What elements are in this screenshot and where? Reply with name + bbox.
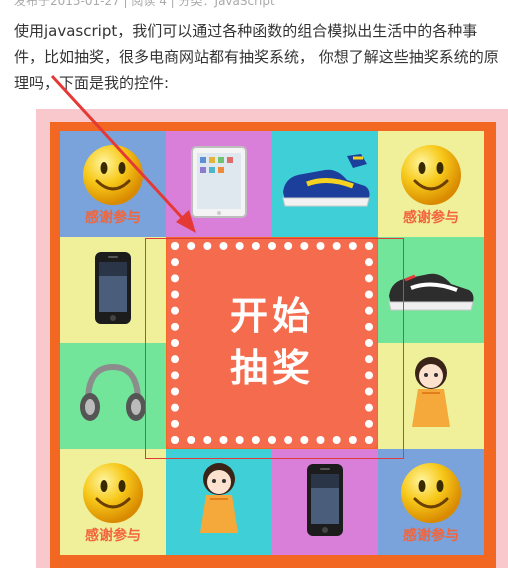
headphones-icon	[76, 357, 150, 435]
border-dot	[348, 242, 357, 250]
border-dot	[171, 258, 179, 267]
prize-cell	[166, 449, 272, 555]
border-dot	[365, 242, 373, 250]
border-dot	[365, 258, 373, 267]
border-dot	[365, 436, 373, 444]
border-dot	[365, 274, 373, 283]
iphone-icon	[93, 250, 133, 330]
border-dot	[219, 436, 228, 444]
prize-cell	[60, 237, 166, 343]
doll-icon	[408, 353, 454, 439]
border-dot	[316, 242, 325, 250]
thanks-label: 感谢参与	[85, 528, 141, 544]
border-dot	[332, 436, 341, 444]
prize-cell	[166, 131, 272, 237]
border-dot	[171, 274, 179, 283]
prize-cell: 感谢参与	[378, 449, 484, 555]
iphone-icon	[305, 462, 345, 542]
border-dot	[365, 403, 373, 412]
intro-paragraph: 使用javascript，我们可以通过各种函数的组合模拟出生活中的各种事件，比如…	[14, 22, 499, 92]
border-dot	[187, 242, 196, 250]
prize-cell: 感谢参与	[60, 449, 166, 555]
thanks-label: 感谢参与	[85, 210, 141, 226]
start-lottery-button[interactable]: 开始 抽奖	[167, 238, 377, 448]
border-dot	[284, 436, 293, 444]
border-dot	[365, 419, 373, 428]
border-dot	[235, 242, 244, 250]
sneaker-dark-icon	[385, 260, 477, 320]
border-dot	[300, 242, 309, 250]
border-dot	[171, 242, 179, 250]
border-dot	[284, 242, 293, 250]
border-dot	[171, 403, 179, 412]
prize-cell: 感谢参与	[378, 131, 484, 237]
start-label-line1: 开始	[229, 294, 314, 338]
border-dot	[219, 242, 228, 250]
border-dot	[203, 242, 212, 250]
border-dot	[187, 436, 196, 444]
start-label-line2: 抽奖	[229, 346, 314, 390]
prize-cell	[378, 237, 484, 343]
smiley-icon	[397, 459, 465, 531]
start-lottery-label: 开始 抽奖	[167, 290, 377, 394]
thanks-label: 感谢参与	[403, 528, 459, 544]
ipad-icon	[190, 145, 248, 223]
border-dot	[268, 242, 276, 250]
smiley-icon	[79, 141, 147, 213]
border-dot	[251, 436, 260, 444]
prize-cell	[378, 343, 484, 449]
border-dot	[203, 436, 212, 444]
border-dot	[235, 436, 244, 444]
border-dot	[171, 436, 179, 444]
doll-icon	[196, 459, 242, 545]
border-dot	[251, 242, 260, 250]
smiley-icon	[79, 459, 147, 531]
prize-cell	[60, 343, 166, 449]
prize-cell	[272, 131, 378, 237]
post-meta: 发布于2015-01-27 | 阅读 4 | 分类：JavaScript	[14, 0, 275, 8]
smiley-icon	[397, 141, 465, 213]
border-dot	[316, 436, 325, 444]
border-dot	[300, 436, 309, 444]
border-dot	[171, 419, 179, 428]
border-dot	[332, 242, 341, 250]
thanks-label: 感谢参与	[403, 210, 459, 226]
prize-cell: 感谢参与	[60, 131, 166, 237]
sneaker-blue-icon	[277, 150, 373, 218]
prize-cell	[272, 449, 378, 555]
border-dot	[348, 436, 357, 444]
border-dot	[268, 436, 276, 444]
